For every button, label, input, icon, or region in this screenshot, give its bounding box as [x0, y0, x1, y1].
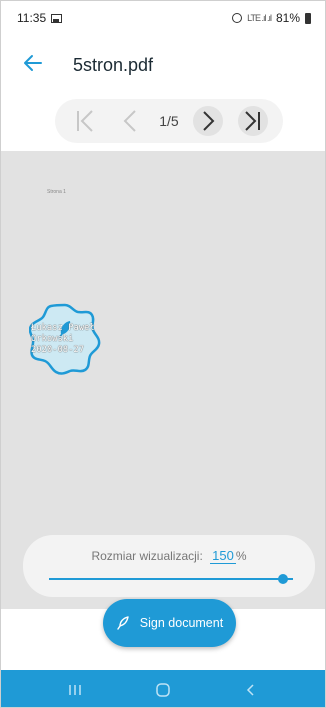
sign-document-button[interactable]: Sign document	[103, 599, 236, 647]
size-slider[interactable]	[49, 574, 293, 584]
page-navigator: 1/5	[55, 99, 283, 143]
size-row: Rozmiar wizualizacji: 150%	[23, 548, 315, 564]
signature-text: Łukasz Paweł Orkowski 2020-08-27	[31, 323, 95, 356]
slider-thumb[interactable]	[278, 574, 289, 584]
chevron-right-icon	[203, 111, 215, 131]
battery-percent: 81%	[275, 11, 300, 25]
app-bar: 5stron.pdf	[1, 45, 325, 85]
screen: 11:35 LTE .ıl .ıl 81% 5stron.pdf 1/5 Str…	[0, 0, 326, 708]
feather-icon	[117, 616, 129, 630]
first-page-button[interactable]	[70, 106, 100, 136]
status-time: 11:35	[17, 11, 47, 25]
last-page-button[interactable]	[237, 106, 268, 136]
back-icon	[246, 683, 254, 696]
alarm-icon	[232, 13, 243, 23]
arrow-left-icon	[24, 55, 42, 71]
status-right: LTE .ıl .ıl 81%	[232, 11, 311, 25]
first-page-icon	[77, 110, 93, 132]
previous-page-button[interactable]	[115, 106, 145, 136]
home-button[interactable]	[143, 675, 183, 705]
back-arrow-icon[interactable]	[23, 54, 47, 76]
sign-document-label: Sign document	[139, 616, 224, 630]
signature-line-2: Orkowski	[31, 334, 74, 344]
next-page-button[interactable]	[193, 106, 224, 136]
recent-apps-button[interactable]	[55, 675, 95, 705]
network-type: LTE	[247, 13, 261, 23]
size-label: Rozmiar wizualizacji:	[91, 549, 203, 563]
status-left: 11:35	[17, 11, 63, 25]
slider-track[interactable]	[49, 578, 293, 580]
status-bar: 11:35 LTE .ıl .ıl 81%	[1, 1, 325, 35]
system-back-button[interactable]	[231, 675, 271, 705]
signature-line-3: 2020-08-27	[31, 345, 85, 355]
size-unit: %	[235, 549, 247, 563]
signature-line-1: Łukasz Paweł	[31, 323, 95, 333]
last-page-icon	[245, 111, 260, 131]
system-navigation-bar	[1, 670, 325, 707]
document-title: 5stron.pdf	[73, 54, 154, 75]
visualization-size-panel: Rozmiar wizualizacji: 150%	[23, 535, 315, 597]
gallery-notification-icon	[51, 13, 63, 23]
recent-apps-icon	[69, 684, 81, 695]
signal-icon: LTE .ıl .ıl	[247, 13, 272, 23]
home-icon	[156, 682, 170, 697]
battery-icon	[305, 12, 311, 24]
chevron-left-icon	[123, 110, 136, 132]
page-label: Strona 1	[47, 189, 66, 195]
size-value-input[interactable]: 150	[210, 548, 236, 564]
page-indicator: 1/5	[159, 113, 179, 129]
